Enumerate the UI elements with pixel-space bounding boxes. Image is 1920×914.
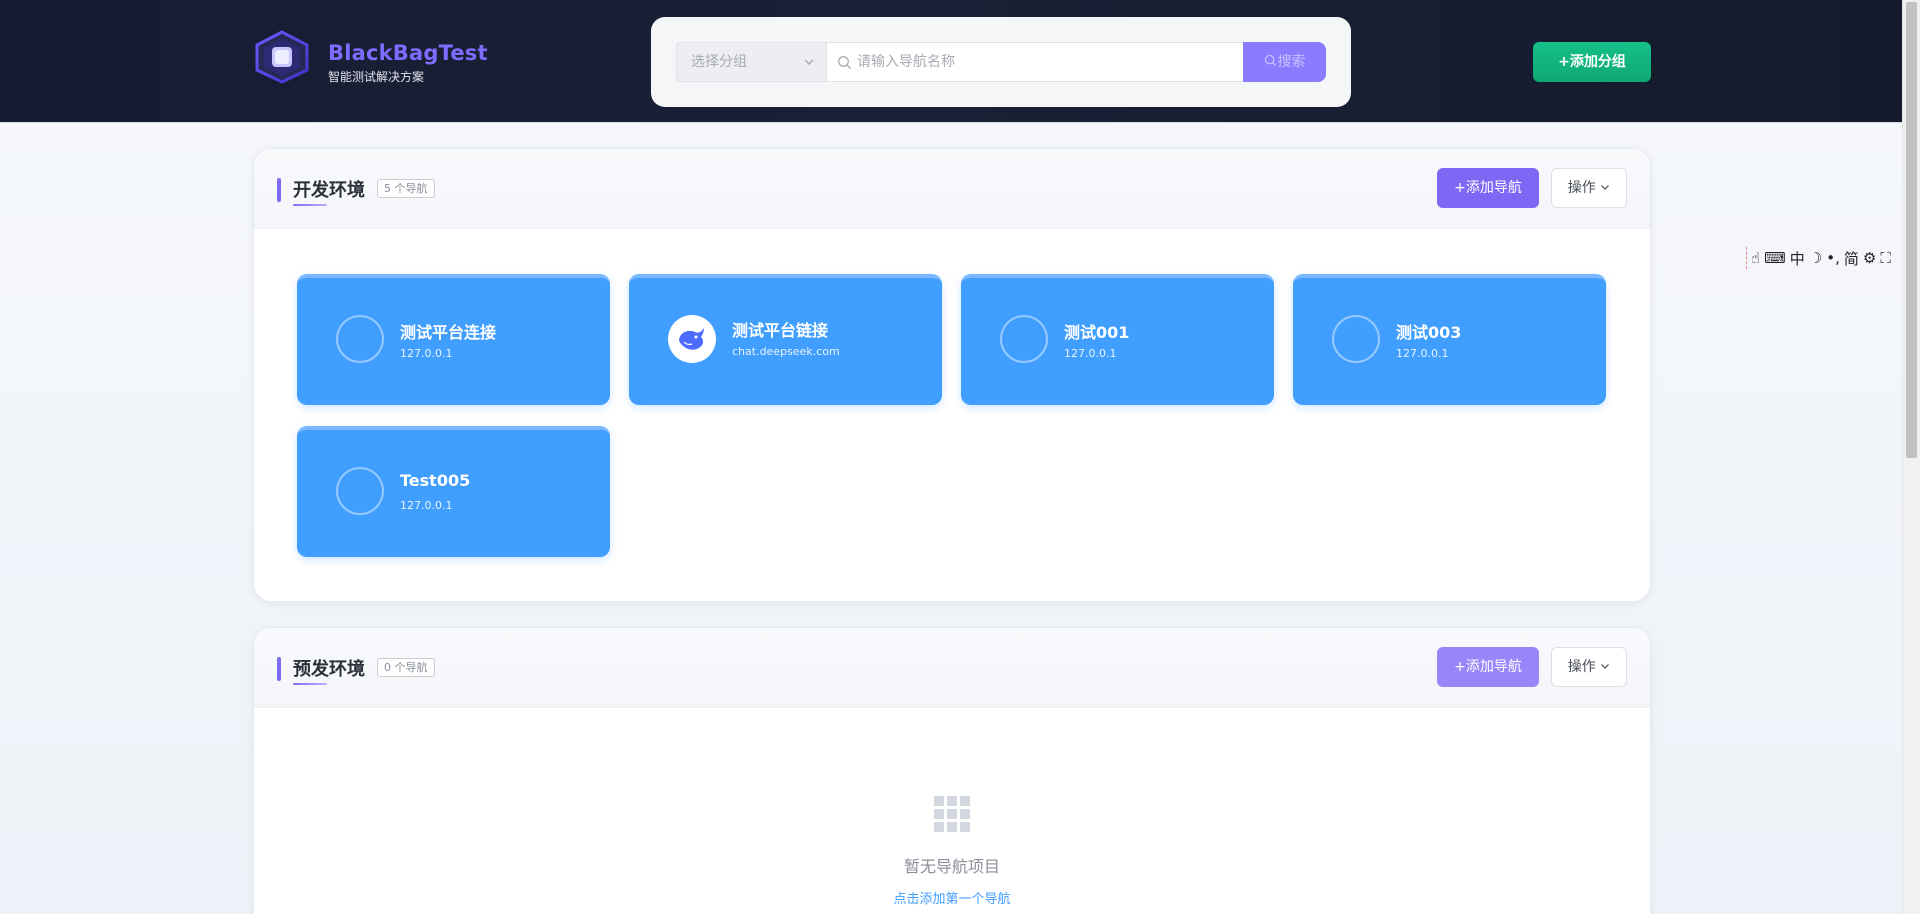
add-nav-button[interactable]: +添加导航	[1437, 647, 1539, 687]
section-count-badge: 0 个导航	[377, 658, 435, 677]
empty-state-text: 暂无导航项目	[903, 857, 1000, 876]
nav-card[interactable]: 测试平台链接 chat.deepseek.com	[629, 274, 942, 405]
ime-lang-toggle[interactable]: 中	[1790, 248, 1805, 269]
ime-cursor-icon[interactable]: ☝	[1751, 249, 1760, 267]
section-dev: 开发环境 5 个导航 +添加导航 操作 测试平台连接 127.0.0.1 测试平…	[253, 148, 1651, 602]
nav-card-url: 127.0.0.1	[400, 347, 453, 360]
nav-card[interactable]: 测试001 127.0.0.1	[961, 274, 1274, 405]
nav-placeholder-icon	[336, 315, 384, 363]
nav-card[interactable]: 测试003 127.0.0.1	[1293, 274, 1606, 405]
logo-icon[interactable]	[253, 30, 311, 84]
grid-icon	[934, 796, 970, 832]
ime-keyboard-icon[interactable]: ⌨	[1764, 249, 1786, 267]
nav-card-title: 测试003	[1396, 323, 1462, 342]
section-title-underline	[293, 683, 327, 685]
section-title-underline	[293, 204, 327, 206]
ime-toolbar: ☝ ⌨ 中 ☽ •, 简 ⚙ ⛶	[1746, 247, 1902, 269]
nav-card-title: 测试平台链接	[732, 321, 829, 340]
chevron-down-icon	[804, 59, 814, 65]
ime-mode-toggle[interactable]: 简	[1844, 248, 1859, 269]
add-group-button[interactable]: +添加分组	[1533, 42, 1651, 82]
search-icon	[1264, 54, 1276, 67]
section-header: 开发环境 5 个导航 +添加导航 操作	[254, 149, 1650, 229]
top-header: BlackBagTest 智能测试解决方案 选择分组 搜索	[0, 0, 1902, 123]
nav-card[interactable]: 测试平台连接 127.0.0.1	[297, 274, 610, 405]
section-count-badge: 5 个导航	[377, 179, 435, 198]
search-button[interactable]: 搜索	[1243, 42, 1326, 82]
ops-button-label: 操作	[1567, 180, 1596, 196]
brand-name: BlackBagTest	[328, 41, 488, 65]
nav-card-url: 127.0.0.1	[1064, 347, 1117, 360]
section-accent-bar	[277, 178, 281, 202]
app-viewport: BlackBagTest 智能测试解决方案 选择分组 搜索	[0, 0, 1920, 914]
ime-moon-icon[interactable]: ☽	[1809, 249, 1822, 267]
section-accent-bar	[277, 657, 281, 681]
nav-card-url: 127.0.0.1	[1396, 347, 1449, 360]
section-header: 预发环境 0 个导航 +添加导航 操作	[254, 628, 1650, 708]
search-field	[826, 42, 1246, 82]
chevron-down-icon	[1601, 664, 1610, 669]
group-select[interactable]: 选择分组	[676, 42, 826, 82]
deepseek-whale-icon	[668, 315, 716, 363]
search-icon	[838, 56, 851, 69]
chevron-down-icon	[1601, 185, 1610, 190]
group-select-placeholder: 选择分组	[691, 54, 747, 70]
add-nav-button[interactable]: +添加导航	[1437, 168, 1539, 208]
search-panel: 选择分组 搜索	[651, 17, 1351, 107]
search-input[interactable]	[857, 43, 1237, 81]
nav-card-title: 测试平台连接	[400, 323, 497, 342]
search-button-label: 搜索	[1277, 54, 1306, 70]
nav-card-title: 测试001	[1064, 323, 1130, 342]
section-staging: 预发环境 0 个导航 +添加导航 操作 暂无导航项目 点击添加第一个导航	[253, 627, 1651, 914]
nav-placeholder-icon	[1000, 315, 1048, 363]
section-title: 预发环境	[293, 659, 365, 680]
page-scrollbar[interactable]	[1902, 0, 1920, 914]
nav-card[interactable]: Test005 127.0.0.1	[297, 426, 610, 557]
nav-card-url: 127.0.0.1	[400, 499, 453, 512]
nav-placeholder-icon	[1332, 315, 1380, 363]
ops-dropdown-button[interactable]: 操作	[1551, 647, 1627, 687]
ime-punct-icon[interactable]: •,	[1826, 249, 1840, 267]
ops-button-label: 操作	[1567, 659, 1596, 675]
nav-card-url: chat.deepseek.com	[732, 345, 840, 358]
nav-card-title: Test005	[400, 471, 471, 490]
nav-placeholder-icon	[336, 467, 384, 515]
section-title: 开发环境	[293, 180, 365, 201]
add-first-nav-link[interactable]: 点击添加第一个导航	[254, 888, 1650, 907]
brand-subtitle: 智能测试解决方案	[328, 70, 425, 84]
ops-dropdown-button[interactable]: 操作	[1551, 168, 1627, 208]
ime-expand-icon[interactable]: ⛶	[1880, 249, 1891, 267]
scrollbar-thumb[interactable]	[1906, 2, 1917, 458]
ime-gear-icon[interactable]: ⚙	[1863, 249, 1876, 267]
